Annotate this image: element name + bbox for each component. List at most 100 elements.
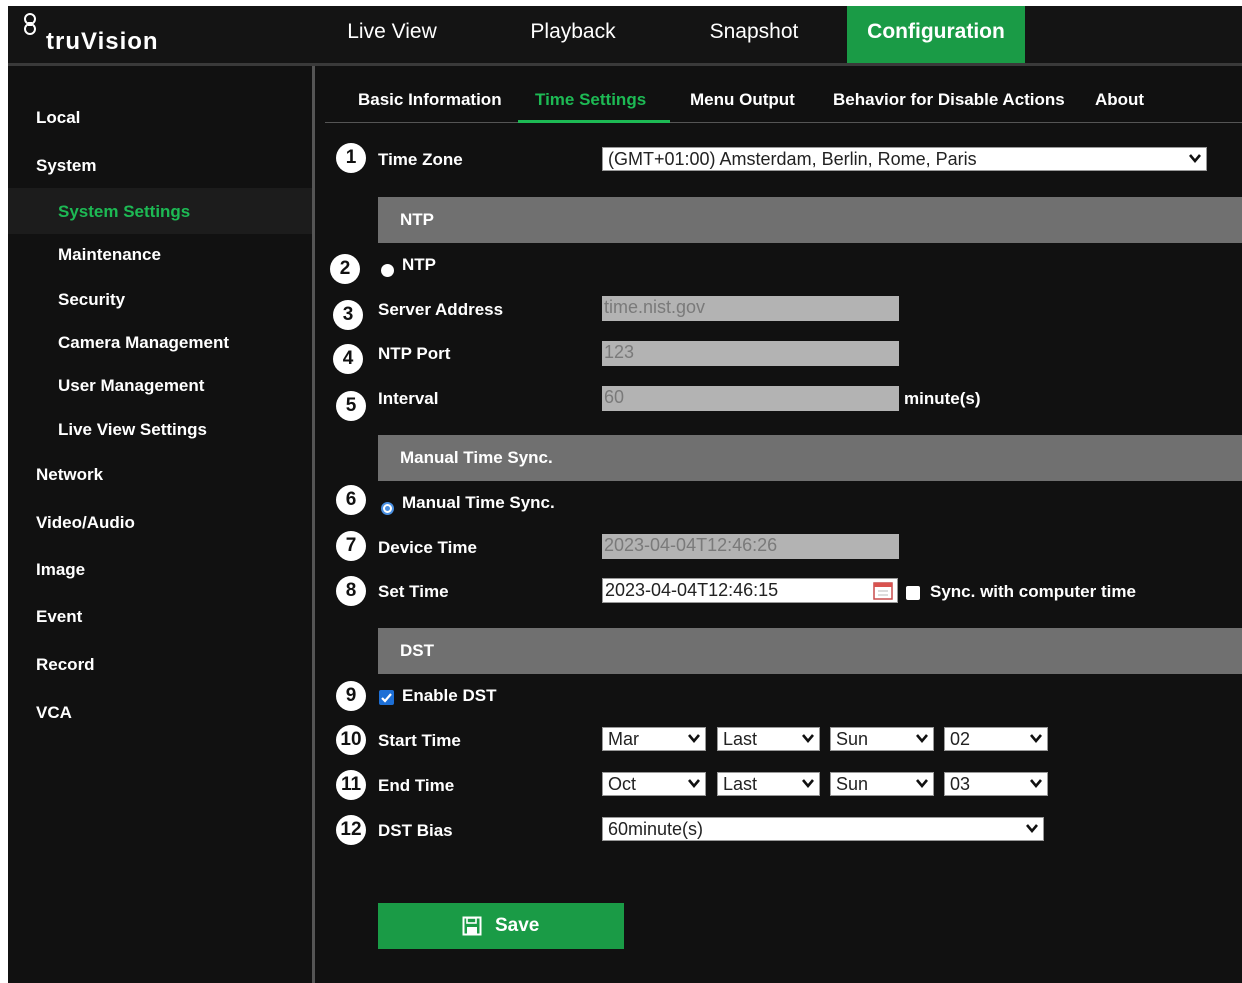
ntp-port-label: NTP Port [378,344,451,363]
tab-behavior-disable-actions[interactable]: Behavior for Disable Actions [833,90,1065,110]
end-month-value: Oct [608,774,637,794]
sidebar: Local System System Settings Maintenance… [8,66,312,983]
start-week-select[interactable]: Last [717,727,820,751]
sidebar-item-video-audio[interactable]: Video/Audio [36,513,135,533]
callout-8: 8 [336,576,366,606]
sidebar-item-network[interactable]: Network [36,465,103,485]
chevron-down-icon [1026,824,1038,834]
interval-input[interactable]: 60 [602,386,899,411]
device-time-label: Device Time [378,538,477,557]
section-title-dst: DST [400,641,434,660]
callout-2: 2 [330,254,360,284]
sidebar-item-event[interactable]: Event [36,607,82,627]
time-zone-label: Time Zone [378,150,463,169]
callout-3: 3 [333,300,363,330]
sidebar-item-live-view-settings[interactable]: Live View Settings [58,420,207,440]
chevron-down-icon [1030,779,1042,789]
server-address-input[interactable]: time.nist.gov [602,296,899,321]
set-time-label: Set Time [378,582,449,601]
section-title-ntp: NTP [400,210,434,229]
start-hour-value: 02 [950,729,971,749]
section-header-manual-time-sync: Manual Time Sync. [378,435,1242,481]
brand-name: truVision [46,28,159,55]
end-hour-select[interactable]: 03 [944,772,1048,796]
chevron-down-icon [802,779,814,789]
chevron-down-icon [1030,734,1042,744]
sync-computer-time-label: Sync. with computer time [930,582,1136,601]
sidebar-item-system[interactable]: System [36,156,96,176]
app-window: truVision Live View Playback Snapshot Co… [8,6,1242,983]
start-day-select[interactable]: Sun [830,727,934,751]
callout-7: 7 [336,531,366,561]
chevron-down-icon [688,779,700,789]
chevron-down-icon [802,734,814,744]
sidebar-item-system-settings[interactable]: System Settings [58,202,190,222]
tab-about[interactable]: About [1095,90,1144,110]
interval-label: Interval [378,389,439,408]
top-bar: truVision Live View Playback Snapshot Co… [8,6,1242,63]
enable-dst-label: Enable DST [402,686,497,705]
end-day-value: Sun [836,774,869,794]
sidebar-item-vca[interactable]: VCA [36,703,72,723]
nav-configuration[interactable]: Configuration [847,6,1025,63]
ntp-port-input[interactable]: 123 [602,341,899,366]
chevron-down-icon [1189,154,1201,164]
end-time-label: End Time [378,776,455,795]
callout-1: 1 [336,143,366,173]
tab-menu-output[interactable]: Menu Output [690,90,795,110]
start-week-value: Last [723,729,758,749]
sidebar-item-local[interactable]: Local [36,108,80,128]
floppy-disk-icon [462,916,482,936]
sidebar-item-record[interactable]: Record [36,655,95,675]
active-tab-underline [518,120,670,123]
section-header-dst: DST [378,628,1242,674]
dst-bias-select[interactable]: 60minute(s) [602,817,1044,841]
checkmark-icon [381,693,392,703]
manual-time-sync-radio[interactable] [381,502,394,515]
start-month-value: Mar [608,729,639,749]
nav-live-view[interactable]: Live View [324,6,460,63]
callout-6: 6 [336,485,366,515]
set-time-value: 2023-04-04T12:46:15 [605,580,779,600]
end-week-select[interactable]: Last [717,772,820,796]
callout-4: 4 [333,344,363,374]
chevron-down-icon [916,779,928,789]
nav-snapshot[interactable]: Snapshot [688,6,820,63]
time-zone-value: (GMT+01:00) Amsterdam, Berlin, Rome, Par… [608,149,977,169]
ntp-radio[interactable] [381,264,394,277]
time-zone-select[interactable]: (GMT+01:00) Amsterdam, Berlin, Rome, Par… [602,147,1207,171]
callout-5: 5 [336,391,366,421]
set-time-input[interactable]: 2023-04-04T12:46:15 [602,578,898,603]
nav-playback[interactable]: Playback [508,6,638,63]
sidebar-item-security[interactable]: Security [58,290,125,310]
end-day-select[interactable]: Sun [830,772,934,796]
start-time-label: Start Time [378,731,461,750]
calendar-icon[interactable] [873,581,893,600]
start-day-value: Sun [836,729,869,749]
save-button[interactable]: Save [378,903,624,949]
server-address-label: Server Address [378,300,504,319]
device-time-input: 2023-04-04T12:46:26 [602,534,899,559]
sync-computer-time-checkbox[interactable] [906,586,920,600]
end-week-value: Last [723,774,758,794]
dst-bias-value: 60minute(s) [608,819,704,839]
dst-bias-label: DST Bias [378,821,453,840]
sidebar-item-camera-management[interactable]: Camera Management [58,333,229,353]
manual-time-sync-radio-label: Manual Time Sync. [402,493,555,512]
tab-time-settings[interactable]: Time Settings [535,90,646,110]
section-header-ntp: NTP [378,197,1242,243]
callout-11: 11 [336,770,366,800]
sidebar-item-user-management[interactable]: User Management [58,376,204,396]
subtab-baseline [325,122,1242,123]
tab-basic-information[interactable]: Basic Information [358,90,502,110]
callout-12: 12 [336,815,366,845]
start-month-select[interactable]: Mar [602,727,706,751]
end-month-select[interactable]: Oct [602,772,706,796]
start-hour-select[interactable]: 02 [944,727,1048,751]
section-title-manual-time-sync: Manual Time Sync. [400,448,553,467]
sidebar-item-maintenance[interactable]: Maintenance [58,245,161,265]
sidebar-item-image[interactable]: Image [36,560,85,580]
callout-10: 10 [336,725,366,755]
callout-9: 9 [336,681,366,711]
enable-dst-checkbox[interactable] [379,690,394,705]
